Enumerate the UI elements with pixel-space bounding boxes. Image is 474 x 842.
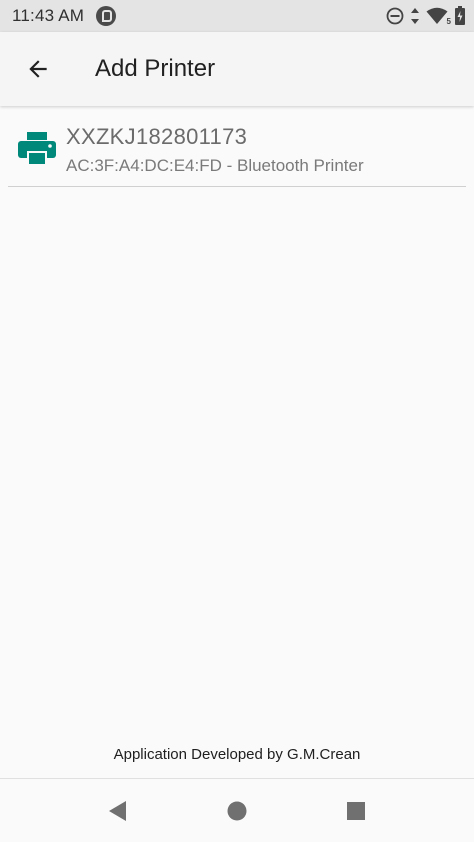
wifi-badge: 5 — [446, 17, 451, 26]
printer-text: XXZKJ182801173 AC:3F:A4:DC:E4:FD - Bluet… — [66, 124, 364, 176]
footer-credit: Application Developed by G.M.Crean — [113, 746, 361, 763]
wifi-icon: 5 — [426, 7, 451, 26]
printer-list: XXZKJ182801173 AC:3F:A4:DC:E4:FD - Bluet… — [0, 106, 474, 778]
app-bar: Add Printer — [0, 32, 474, 106]
status-time: 11:43 AM — [12, 6, 85, 25]
printer-icon — [18, 132, 56, 171]
list-item-printer[interactable]: XXZKJ182801173 AC:3F:A4:DC:E4:FD - Bluet… — [8, 106, 466, 187]
back-triangle-icon[interactable] — [106, 799, 130, 823]
printer-name: XXZKJ182801173 — [66, 124, 248, 149]
arrow-back-icon — [29, 60, 47, 78]
app-notification-icon — [96, 6, 117, 26]
do-not-disturb-icon — [386, 7, 404, 25]
navigation-bar — [0, 778, 474, 842]
page-title: Add Printer — [95, 55, 216, 82]
back-button[interactable] — [10, 41, 66, 97]
printer-detail: AC:3F:A4:DC:E4:FD - Bluetooth Printer — [66, 156, 364, 175]
status-bar: 11:43 AM 5 — [0, 0, 474, 32]
status-icons: 5 — [386, 6, 466, 26]
data-arrows-icon — [411, 8, 419, 24]
recents-square-icon[interactable] — [344, 799, 368, 823]
home-circle-icon[interactable] — [225, 799, 249, 823]
battery-icon — [455, 6, 465, 25]
